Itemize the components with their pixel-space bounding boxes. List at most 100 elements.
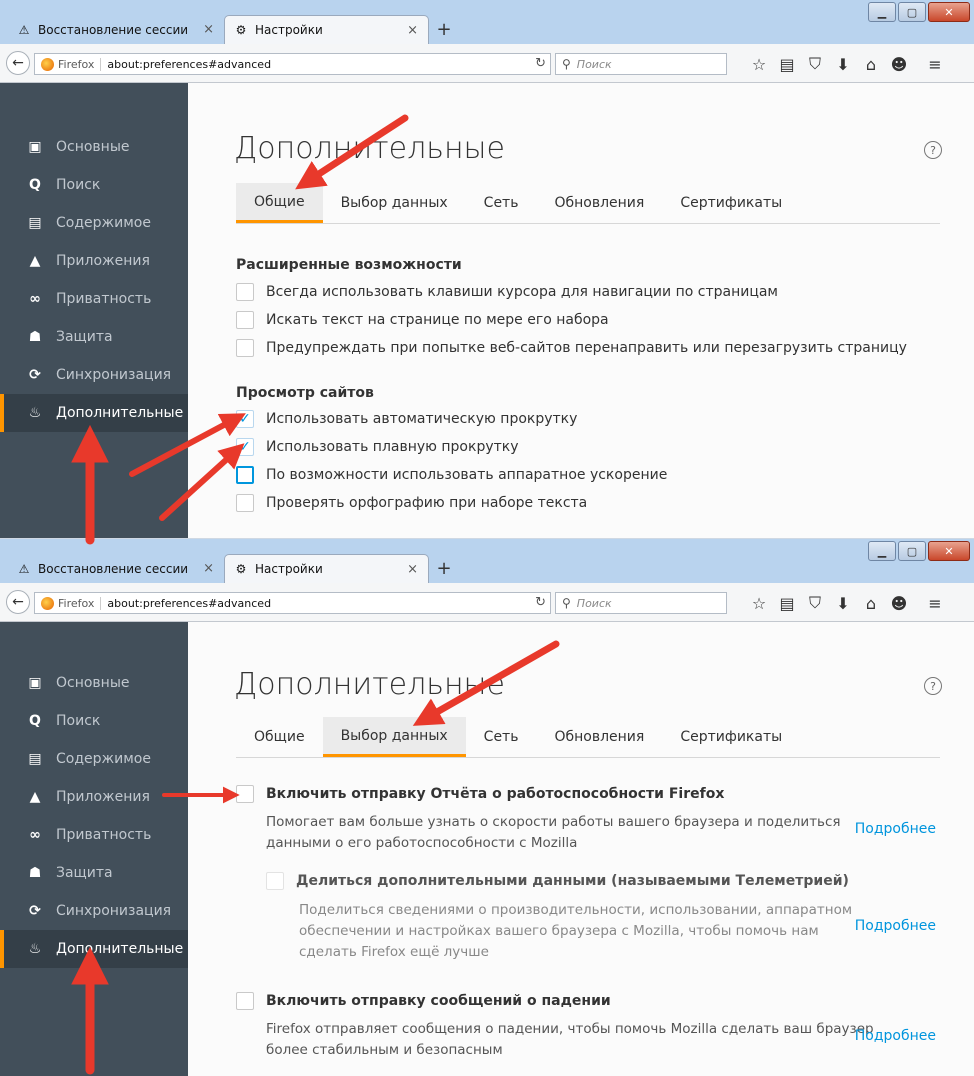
checkbox[interactable] <box>236 785 254 803</box>
back-button[interactable]: ← <box>6 590 30 614</box>
checkbox-checked[interactable]: ✓ <box>236 410 254 428</box>
window-close-button[interactable]: ✕ <box>928 541 970 561</box>
option-label: Использовать автоматическую прокрутку <box>266 411 578 427</box>
sidebar-item-sync[interactable]: ⟳ Синхронизация <box>0 356 188 394</box>
sidebar-item-search[interactable]: Q Поиск <box>0 702 188 740</box>
close-tab-icon[interactable]: × <box>407 23 418 38</box>
description-line: Поделиться сведениями о производительнос… <box>299 902 853 918</box>
screenshot-data-choices-tab: ⚠ Восстановление сессии × ⚙ Настройки × … <box>0 538 974 1076</box>
tab-settings[interactable]: ⚙ Настройки × <box>224 554 429 583</box>
option-row[interactable]: Всегда использовать клавиши курсора для … <box>236 283 778 301</box>
sidebar-item-general[interactable]: ▣ Основные <box>0 664 188 702</box>
maximize-button[interactable]: ▢ <box>898 2 926 22</box>
privacy-mask-icon: ∞ <box>29 827 41 843</box>
option-row[interactable]: Предупреждать при попытке веб-сайтов пер… <box>236 339 907 357</box>
tab-data-choices[interactable]: Выбор данных <box>322 717 466 757</box>
sidebar-item-content[interactable]: ▤ Содержимое <box>0 740 188 778</box>
checkbox[interactable] <box>266 872 284 890</box>
window-close-button[interactable]: ✕ <box>928 2 970 22</box>
checkbox[interactable] <box>236 339 254 357</box>
close-tab-icon[interactable]: × <box>203 561 214 576</box>
checkbox[interactable] <box>236 466 254 484</box>
toolbar-icons: ☆ ▤ ⛉ ⬇ ⌂ ☻ ≡ <box>745 54 949 74</box>
reload-icon[interactable]: ↻ <box>535 56 546 71</box>
advanced-icon: ♨ <box>28 941 42 957</box>
sidebar-item-applications[interactable]: ▲ Приложения <box>0 242 188 280</box>
sidebar-item-sync[interactable]: ⟳ Синхронизация <box>0 892 188 930</box>
sidebar-item-label: Дополнительные <box>56 405 184 421</box>
home-icon[interactable]: ⌂ <box>857 54 885 74</box>
option-row[interactable]: Искать текст на странице по мере его наб… <box>236 311 609 329</box>
tab-network[interactable]: Сеть <box>466 717 537 757</box>
checkbox[interactable] <box>236 992 254 1010</box>
help-icon[interactable]: ? <box>924 677 942 695</box>
sidebar-item-search[interactable]: Q Поиск <box>0 166 188 204</box>
option-row[interactable]: Проверять орфографию при наборе текста <box>236 494 587 512</box>
sidebar-item-content[interactable]: ▤ Содержимое <box>0 204 188 242</box>
back-button[interactable]: ← <box>6 51 30 75</box>
menu-icon[interactable]: ≡ <box>921 593 949 613</box>
star-icon[interactable]: ☆ <box>745 593 773 613</box>
star-icon[interactable]: ☆ <box>745 54 773 74</box>
maximize-button[interactable]: ▢ <box>898 541 926 561</box>
tab-update[interactable]: Обновления <box>536 183 662 223</box>
new-tab-button[interactable]: + <box>434 19 454 40</box>
reading-list-icon[interactable]: ▤ <box>773 593 801 613</box>
sidebar-item-general[interactable]: ▣ Основные <box>0 128 188 166</box>
checkbox[interactable] <box>236 311 254 329</box>
option-row[interactable]: ✓ Использовать плавную прокрутку <box>236 438 519 456</box>
tab-data-choices[interactable]: Выбор данных <box>323 183 466 223</box>
option-row[interactable]: По возможности использовать аппаратное у… <box>236 466 667 484</box>
sidebar-item-privacy[interactable]: ∞ Приватность <box>0 280 188 318</box>
close-tab-icon[interactable]: × <box>407 562 418 577</box>
tab-certificates[interactable]: Сертификаты <box>662 183 800 223</box>
tab-general[interactable]: Общие <box>236 183 323 223</box>
checkbox-checked[interactable]: ✓ <box>236 438 254 456</box>
tab-session-restore[interactable]: ⚠ Восстановление сессии × <box>10 554 224 583</box>
tab-general[interactable]: Общие <box>236 717 323 757</box>
option-row[interactable]: ✓ Использовать автоматическую прокрутку <box>236 410 577 428</box>
search-bar[interactable]: ⚲ Поиск <box>555 53 727 75</box>
learn-more-link[interactable]: Подробнее <box>855 1028 936 1044</box>
sidebar-item-security[interactable]: ☗ Защита <box>0 318 188 356</box>
download-icon[interactable]: ⬇ <box>829 54 857 74</box>
learn-more-link[interactable]: Подробнее <box>855 918 936 934</box>
tab-session-restore[interactable]: ⚠ Восстановление сессии × <box>10 15 224 44</box>
minimize-button[interactable]: ▁ <box>868 541 896 561</box>
pocket-icon[interactable]: ⛉ <box>801 54 829 74</box>
crash-reporter-row[interactable]: Включить отправку сообщений о падении <box>236 992 611 1010</box>
menu-icon[interactable]: ≡ <box>921 54 949 74</box>
hello-icon[interactable]: ☻ <box>885 593 913 613</box>
page-title: Дополнительные <box>234 667 505 702</box>
search-bar[interactable]: ⚲ Поиск <box>555 592 727 614</box>
pocket-icon[interactable]: ⛉ <box>801 593 829 613</box>
hello-icon[interactable]: ☻ <box>885 54 913 74</box>
health-report-row[interactable]: Включить отправку Отчёта о работоспособн… <box>236 785 724 803</box>
help-icon[interactable]: ? <box>924 141 942 159</box>
url-bar[interactable]: Firefox about:preferences#advanced ↻ <box>34 53 551 75</box>
telemetry-row[interactable]: Делиться дополнительными данными (называ… <box>266 872 849 890</box>
url-bar[interactable]: Firefox about:preferences#advanced ↻ <box>34 592 551 614</box>
close-tab-icon[interactable]: × <box>203 22 214 37</box>
sidebar-item-label: Приватность <box>56 827 152 843</box>
sidebar-item-label: Дополнительные <box>56 941 184 957</box>
tab-network[interactable]: Сеть <box>466 183 537 223</box>
tab-update[interactable]: Обновления <box>536 717 662 757</box>
home-icon[interactable]: ⌂ <box>857 593 885 613</box>
reading-list-icon[interactable]: ▤ <box>773 54 801 74</box>
option-label: Использовать плавную прокрутку <box>266 439 519 455</box>
sidebar-item-advanced[interactable]: ♨ Дополнительные <box>0 930 188 968</box>
learn-more-link[interactable]: Подробнее <box>855 821 936 837</box>
download-icon[interactable]: ⬇ <box>829 593 857 613</box>
minimize-button[interactable]: ▁ <box>868 2 896 22</box>
sidebar-item-advanced[interactable]: ♨ Дополнительные <box>0 394 188 432</box>
sidebar-item-privacy[interactable]: ∞ Приватность <box>0 816 188 854</box>
reload-icon[interactable]: ↻ <box>535 595 546 610</box>
sidebar-item-applications[interactable]: ▲ Приложения <box>0 778 188 816</box>
new-tab-button[interactable]: + <box>434 558 454 579</box>
checkbox[interactable] <box>236 283 254 301</box>
tab-settings[interactable]: ⚙ Настройки × <box>224 15 429 44</box>
tab-certificates[interactable]: Сертификаты <box>662 717 800 757</box>
sidebar-item-security[interactable]: ☗ Защита <box>0 854 188 892</box>
checkbox[interactable] <box>236 494 254 512</box>
